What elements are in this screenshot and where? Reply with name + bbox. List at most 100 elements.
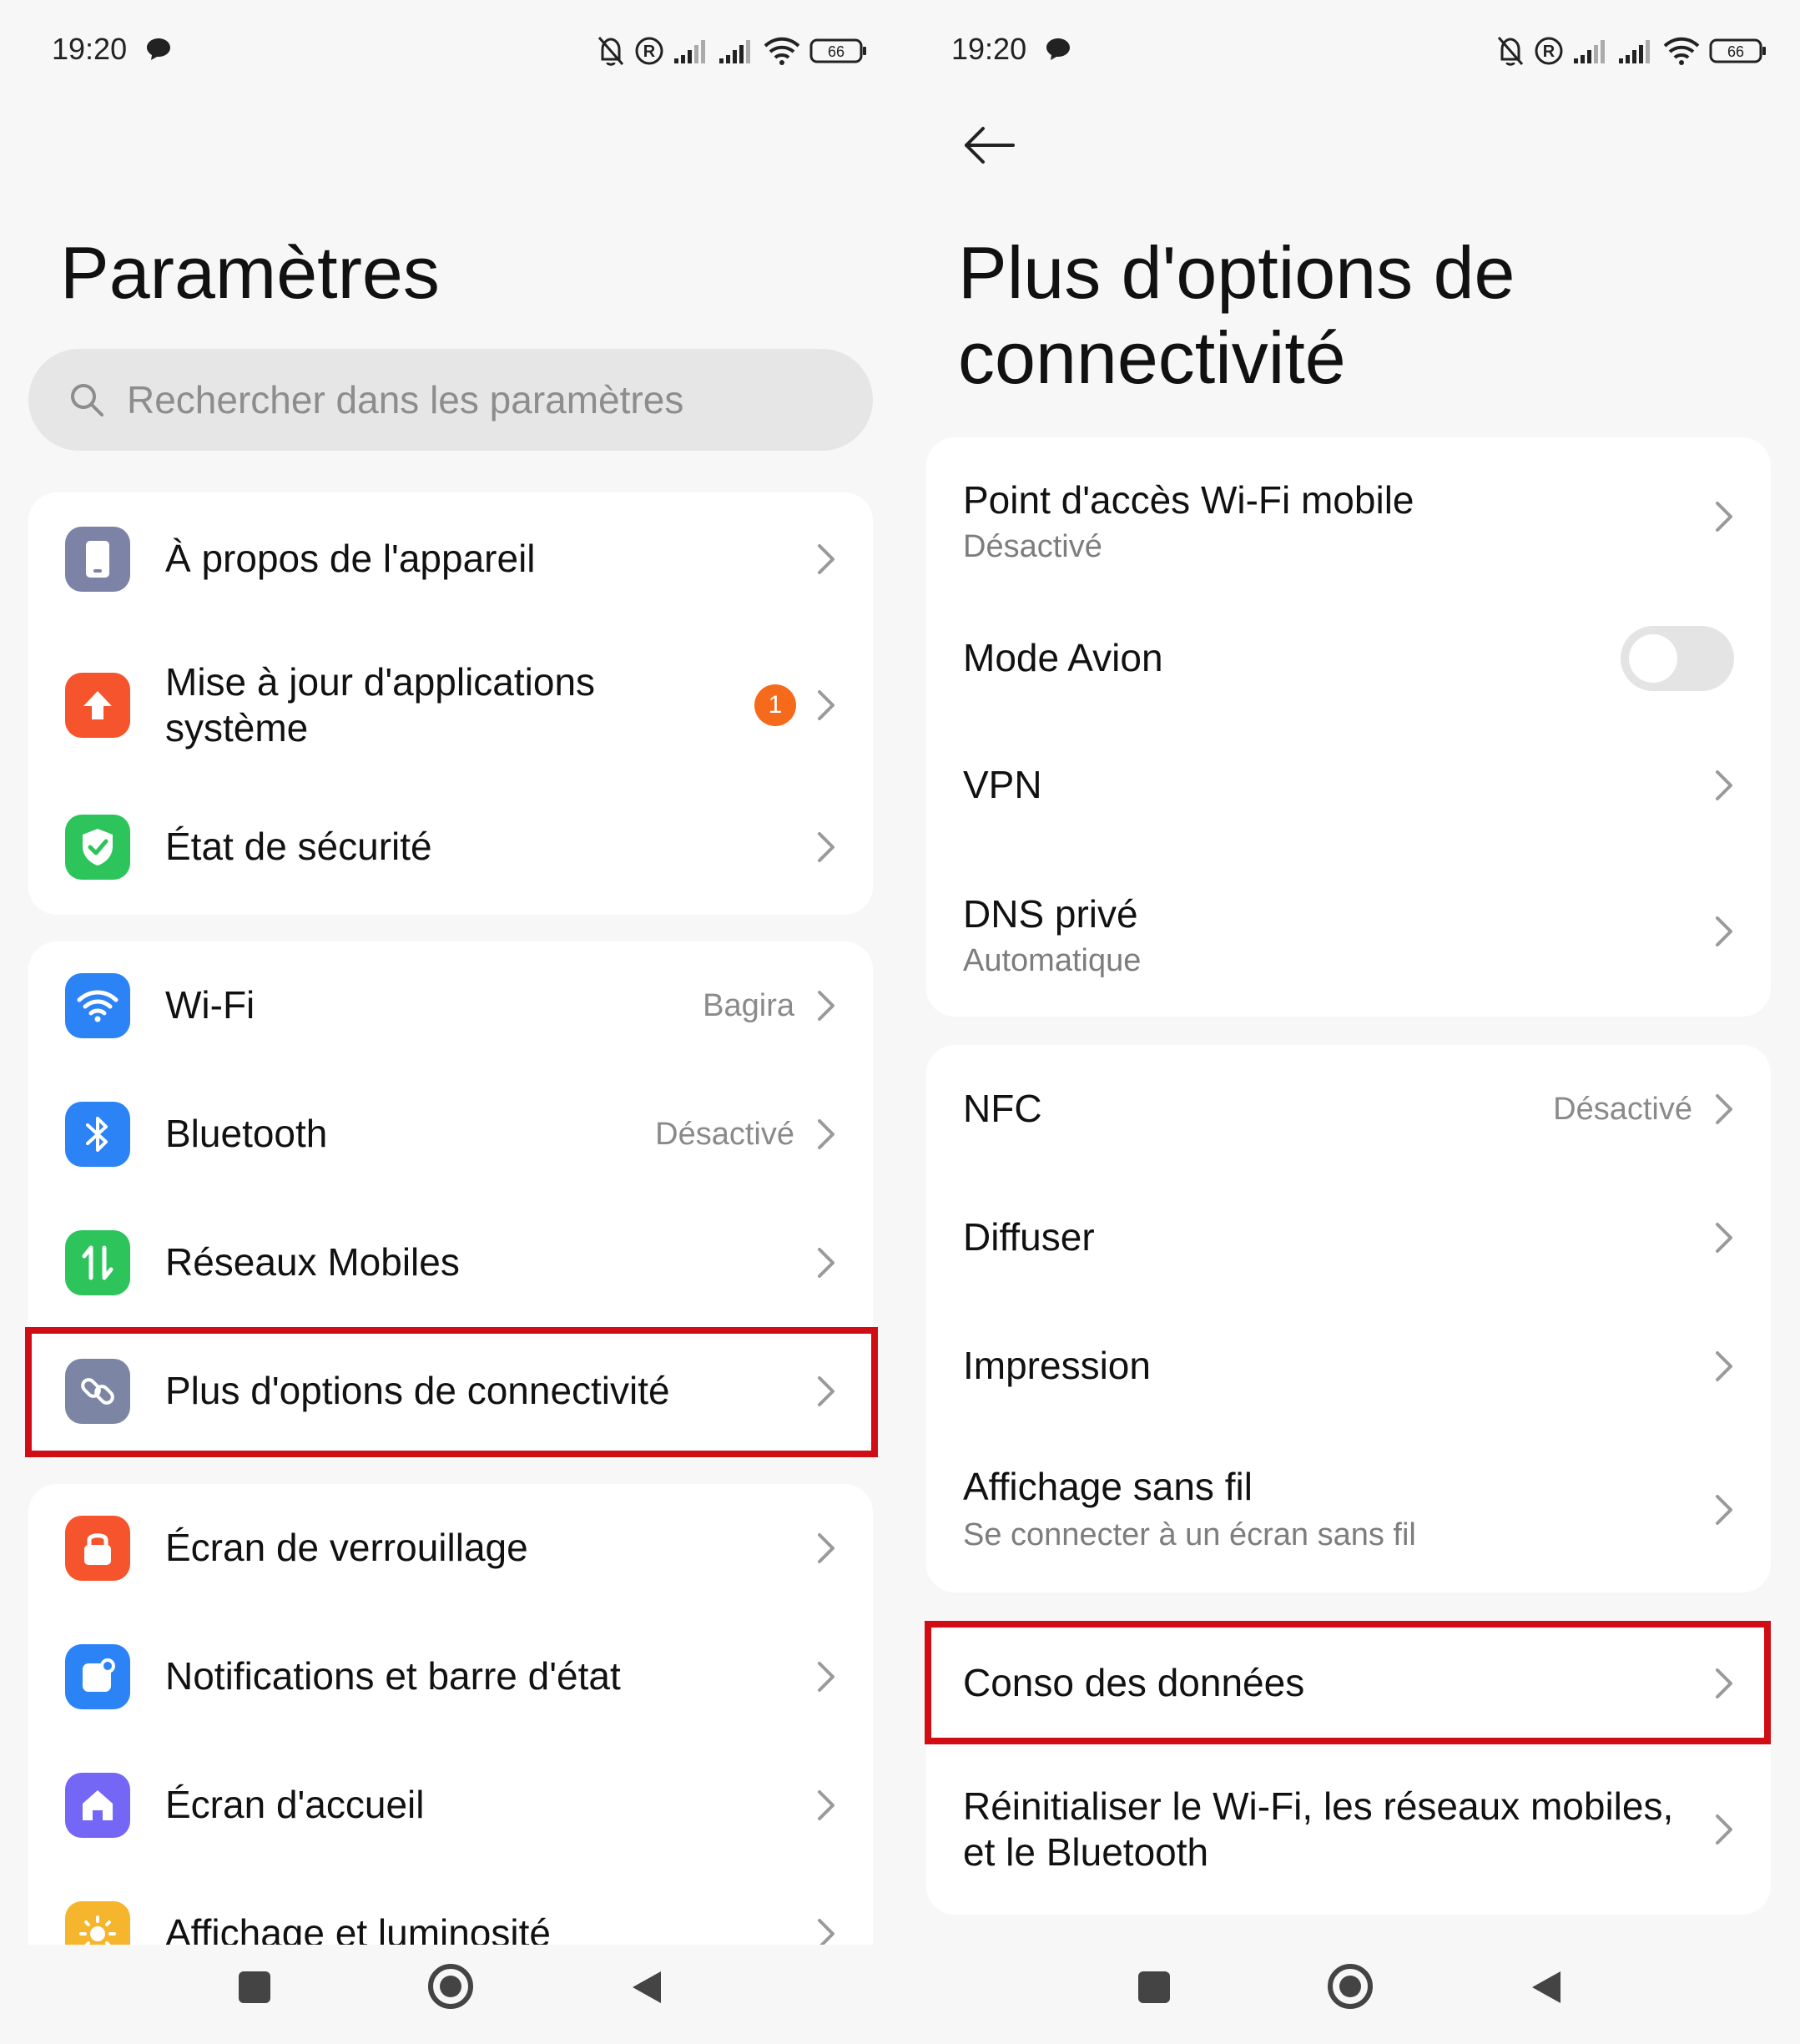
row-sublabel: Automatique bbox=[963, 943, 1142, 978]
mute-bell-icon bbox=[597, 37, 624, 66]
svg-text:R: R bbox=[643, 43, 656, 61]
status-time: 19:20 bbox=[951, 32, 1027, 66]
battery-icon: 66 bbox=[809, 38, 866, 63]
row-label: DNS privé bbox=[963, 892, 1138, 936]
row-label-line1: Mise à jour d'applications bbox=[165, 659, 596, 704]
row-about-device[interactable]: À propos de l'appareil bbox=[28, 492, 873, 626]
row-label: Affichage sans fil bbox=[963, 1465, 1253, 1508]
back-button[interactable] bbox=[1527, 1968, 1566, 2006]
status-icons: R 66 bbox=[596, 32, 868, 70]
chevron-right-icon bbox=[1712, 1811, 1736, 1848]
row-label: Écran d'accueil bbox=[165, 1783, 425, 1827]
status-icons: R 66 bbox=[1495, 32, 1767, 70]
row-private-dns[interactable]: DNS privé Automatique bbox=[926, 850, 1771, 1013]
notification-icon bbox=[65, 1644, 130, 1709]
status-bar: 19:20 R 66 bbox=[900, 32, 1797, 70]
chevron-right-icon bbox=[1712, 1491, 1736, 1528]
home-icon bbox=[65, 1773, 130, 1838]
row-wireless-display[interactable]: Affichage sans fil Se connecter à un écr… bbox=[926, 1431, 1771, 1589]
wifi-network-name: Bagira bbox=[703, 987, 794, 1023]
row-cast[interactable]: Diffuser bbox=[926, 1173, 1771, 1302]
chat-bubble-icon bbox=[1046, 38, 1070, 60]
row-label: NFC bbox=[963, 1087, 1042, 1131]
row-label: Mode Avion bbox=[963, 636, 1163, 680]
chevron-right-icon bbox=[1712, 498, 1736, 535]
lock-icon bbox=[65, 1516, 130, 1581]
signal-icon bbox=[1574, 40, 1605, 63]
bluetooth-status: Désactivé bbox=[655, 1116, 794, 1152]
row-label: Réseaux Mobiles bbox=[165, 1240, 460, 1284]
row-label: Impression bbox=[963, 1344, 1151, 1388]
row-label: Notifications et barre d'état bbox=[165, 1654, 621, 1698]
row-lock-screen[interactable]: Écran de verrouillage bbox=[28, 1484, 873, 1612]
row-label: Diffuser bbox=[963, 1215, 1095, 1259]
search-bar[interactable]: Rechercher dans les paramètres bbox=[28, 349, 873, 451]
chevron-right-icon bbox=[1712, 1219, 1736, 1256]
home-button[interactable] bbox=[1325, 1961, 1375, 2011]
signal-icon bbox=[674, 40, 705, 63]
chevron-right-icon bbox=[814, 829, 838, 866]
connectivity-group-network: Point d'accès Wi-Fi mobile Désactivé Mod… bbox=[926, 437, 1771, 1017]
search-icon bbox=[71, 384, 103, 416]
status-bar: 19:20 R 66 bbox=[0, 32, 898, 70]
row-airplane-mode[interactable]: Mode Avion bbox=[926, 596, 1771, 721]
row-label: Point d'accès Wi-Fi mobile bbox=[963, 478, 1414, 522]
svg-text:R: R bbox=[1543, 43, 1555, 61]
row-bluetooth[interactable]: Bluetooth Désactivé bbox=[28, 1070, 873, 1199]
signal-icon bbox=[1619, 40, 1650, 63]
row-security-status[interactable]: État de sécurité bbox=[28, 785, 873, 910]
chevron-right-icon bbox=[814, 687, 838, 724]
navigation-bar bbox=[0, 1945, 898, 2044]
upload-arrow-icon bbox=[65, 673, 130, 738]
signal-icon bbox=[719, 40, 750, 63]
row-label-line2: système bbox=[165, 706, 309, 749]
row-home-screen[interactable]: Écran d'accueil bbox=[28, 1741, 873, 1870]
chevron-right-icon bbox=[1712, 767, 1736, 804]
row-mobile-networks[interactable]: Réseaux Mobiles bbox=[28, 1199, 873, 1327]
row-label: VPN bbox=[963, 763, 1042, 807]
page-title-line1: Plus d'options de bbox=[958, 231, 1515, 314]
mobile-data-icon bbox=[65, 1230, 130, 1295]
phone-icon bbox=[65, 527, 130, 592]
airplane-mode-toggle[interactable] bbox=[1621, 626, 1734, 691]
settings-screen: 19:20 R 66 Paramètres Rechercher dans le… bbox=[0, 0, 898, 2044]
back-arrow-icon[interactable] bbox=[961, 125, 1016, 165]
home-button[interactable] bbox=[426, 1961, 476, 2011]
row-sublabel: Se connecter à un écran sans fil bbox=[963, 1517, 1416, 1552]
row-wifi[interactable]: Wi-Fi Bagira bbox=[28, 941, 873, 1070]
chevron-right-icon bbox=[814, 1530, 838, 1567]
chevron-right-icon bbox=[1712, 1091, 1736, 1128]
chevron-right-icon bbox=[814, 1116, 838, 1153]
more-connectivity-screen: 19:20 R 66 Plus d'options de connectivit… bbox=[900, 0, 1797, 2044]
row-label: Mise à jour d'applications système bbox=[165, 659, 595, 751]
connectivity-group-sharing: NFC Désactivé Diffuser Impression Affich… bbox=[926, 1045, 1771, 1592]
row-vpn[interactable]: VPN bbox=[926, 721, 1771, 850]
mute-bell-icon bbox=[1497, 37, 1524, 66]
wifi-icon bbox=[65, 973, 130, 1038]
row-label: Réinitialiser le Wi-Fi, les réseaux mobi… bbox=[963, 1784, 1673, 1875]
recents-button[interactable] bbox=[235, 1968, 274, 2006]
chevron-right-icon bbox=[814, 1658, 838, 1695]
battery-icon: 66 bbox=[1709, 38, 1766, 63]
recents-button[interactable] bbox=[1135, 1968, 1173, 2006]
navigation-bar bbox=[900, 1945, 1797, 2044]
chevron-right-icon bbox=[1712, 1348, 1736, 1385]
row-label: Bluetooth bbox=[165, 1112, 328, 1156]
row-printing[interactable]: Impression bbox=[926, 1302, 1771, 1431]
battery-level: 66 bbox=[1727, 43, 1744, 60]
page-title: Paramètres bbox=[60, 231, 440, 314]
back-button[interactable] bbox=[628, 1968, 666, 2006]
row-label: À propos de l'appareil bbox=[165, 537, 536, 581]
row-mobile-hotspot[interactable]: Point d'accès Wi-Fi mobile Désactivé bbox=[926, 437, 1771, 596]
row-label-line2: et le Bluetooth bbox=[963, 1830, 1209, 1874]
row-label: Wi-Fi bbox=[165, 983, 255, 1027]
chat-bubble-icon bbox=[147, 38, 170, 60]
chevron-right-icon bbox=[814, 541, 838, 578]
row-nfc[interactable]: NFC Désactivé bbox=[926, 1045, 1771, 1173]
row-system-app-update[interactable]: Mise à jour d'applications système 1 bbox=[28, 626, 873, 785]
wifi-status-icon bbox=[1663, 37, 1700, 65]
row-reset-network[interactable]: Réinitialiser le Wi-Fi, les réseaux mobi… bbox=[926, 1746, 1771, 1913]
search-placeholder: Rechercher dans les paramètres bbox=[127, 378, 684, 421]
row-notifications[interactable]: Notifications et barre d'état bbox=[28, 1612, 873, 1741]
bluetooth-icon bbox=[65, 1102, 130, 1167]
